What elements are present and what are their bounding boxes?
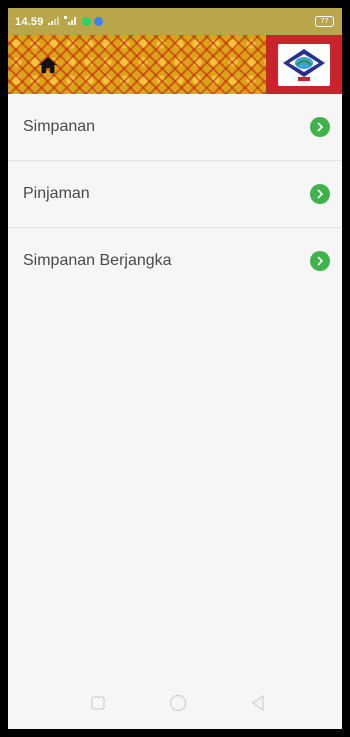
signal-4g-icon xyxy=(63,16,78,27)
home-nav-button[interactable] xyxy=(168,693,188,713)
phone-screen: 14.59 77 Simpanan Pinjaman Simpanan Berj… xyxy=(8,8,342,729)
cooperative-logo xyxy=(278,43,330,86)
app-header xyxy=(8,35,342,94)
location-icon xyxy=(93,17,103,26)
chevron-right-icon xyxy=(310,184,330,204)
battery-icon: 77 xyxy=(315,16,334,27)
status-bar: 14.59 77 xyxy=(8,8,342,35)
chevron-right-icon xyxy=(310,251,330,271)
home-icon xyxy=(39,57,57,73)
home-circle-icon xyxy=(169,694,187,712)
logo-container xyxy=(266,35,342,94)
system-nav-bar xyxy=(8,677,342,729)
menu-item-simpanan[interactable]: Simpanan xyxy=(8,94,342,161)
menu-item-label: Pinjaman xyxy=(23,185,90,202)
menu-item-simpanan-berjangka[interactable]: Simpanan Berjangka xyxy=(8,228,342,294)
home-button[interactable] xyxy=(36,53,60,77)
back-icon xyxy=(251,695,264,711)
back-button[interactable] xyxy=(248,693,268,713)
recents-button[interactable] xyxy=(88,693,108,713)
menu-list: Simpanan Pinjaman Simpanan Berjangka xyxy=(8,94,342,294)
menu-item-pinjaman[interactable]: Pinjaman xyxy=(8,161,342,228)
menu-item-label: Simpanan Berjangka xyxy=(23,252,172,269)
whatsapp-icon xyxy=(81,17,91,26)
recents-icon xyxy=(91,696,105,710)
status-time: 14.59 xyxy=(15,15,44,28)
signal-icon xyxy=(47,16,60,27)
chevron-right-icon xyxy=(310,117,330,137)
menu-item-label: Simpanan xyxy=(23,118,96,135)
